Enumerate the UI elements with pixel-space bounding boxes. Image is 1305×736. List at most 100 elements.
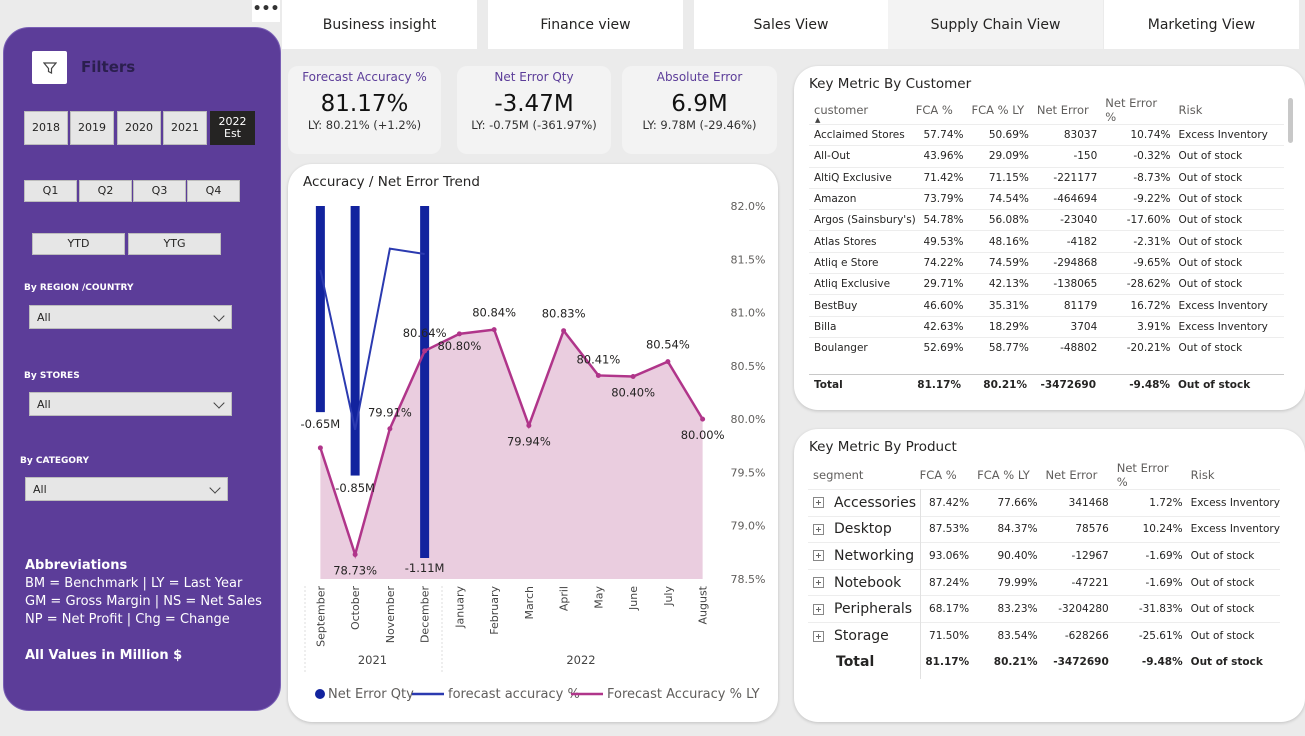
year-2022-est-button[interactable]: 2022 Est — [210, 111, 255, 145]
year-2019-button[interactable]: 2019 — [70, 111, 114, 145]
cell-name: Atliq e Store — [809, 251, 916, 274]
x-tick-label: November — [384, 586, 397, 644]
kpi-title: Forecast Accuracy % — [302, 70, 427, 84]
column-header-segment[interactable]: segment — [808, 461, 920, 490]
tab-business-insight[interactable]: Business insight — [282, 0, 477, 49]
total-label: Total — [809, 373, 913, 396]
tab-sales-view[interactable]: Sales View — [694, 0, 888, 49]
x-tick-label: September — [314, 586, 327, 647]
customer-table-viewport[interactable]: customer ▲ FCA % FCA % LY Net Error Net E… — [809, 96, 1284, 371]
expand-row-icon[interactable] — [813, 603, 824, 615]
expand-row-icon[interactable] — [813, 577, 824, 589]
table-row[interactable]: Argos (Sainsbury's) 54.78% 56.08% -23040 -17… — [809, 209, 1284, 231]
cell-net-error-pct: -25.61% — [1116, 621, 1191, 650]
tab-supply-chain-view[interactable]: Supply Chain View — [888, 0, 1103, 49]
year-2020-button[interactable]: 2020 — [117, 111, 161, 145]
table-row[interactable]: Storage 71.50% 83.54% -628266 -25.61% Out of … — [808, 621, 1280, 650]
ytg-button[interactable]: YTG — [128, 233, 221, 255]
expand-row-icon[interactable] — [813, 523, 824, 535]
cell-name: Accessories — [808, 489, 920, 517]
ly-data-label: 80.84% — [472, 306, 516, 320]
ly-data-label: 80.64% — [403, 326, 447, 340]
quarter-q1-button[interactable]: Q1 — [24, 180, 77, 202]
kpi-value: 6.9M — [671, 91, 728, 117]
column-header-net-error-pct[interactable]: Net Error % — [1117, 461, 1191, 490]
abbreviation-line: NP = Net Profit | Chg = Change — [25, 612, 230, 627]
column-header-net-error-pct[interactable]: Net Error % — [1105, 96, 1178, 125]
legend-forecast-label: forecast accuracy % — [448, 687, 580, 702]
cell-net-error: -138065 — [1036, 273, 1106, 295]
quarter-q2-button[interactable]: Q2 — [79, 180, 132, 202]
more-options-button[interactable]: ••• — [252, 0, 280, 22]
table-row[interactable]: Atliq e Store 74.22% 74.59% -294868 -9.65% Ou… — [809, 251, 1284, 274]
cell-net-error-pct: -17.60% — [1105, 209, 1179, 231]
year-group-label: 2021 — [358, 653, 387, 667]
sort-ascending-icon: ▲ — [815, 116, 821, 124]
net-error-bar — [350, 206, 360, 476]
customer-table-scrollbar[interactable] — [1288, 98, 1293, 143]
column-header-risk[interactable]: Risk — [1179, 96, 1284, 125]
cell-fca: 54.78% — [915, 209, 972, 231]
tab-marketing-view[interactable]: Marketing View — [1104, 0, 1299, 49]
x-tick-label: October — [349, 586, 362, 630]
region-dropdown[interactable]: All — [29, 305, 232, 329]
ly-point — [491, 327, 497, 333]
ly-data-label: 80.83% — [542, 307, 586, 321]
table-row[interactable]: Atlas Stores 49.53% 48.16% -4182 -2.31% Out o… — [809, 230, 1284, 253]
table-row[interactable]: Accessories 87.42% 77.66% 341468 1.72% Excess… — [808, 489, 1280, 517]
quarter-q4-button[interactable]: Q4 — [187, 180, 240, 202]
table-row[interactable]: All-Out 43.96% 29.09% -150 -0.32% Out of stoc… — [809, 145, 1284, 168]
cell-net-error: 341468 — [1045, 489, 1117, 517]
table-row[interactable]: Atliq Exclusive 29.71% 42.13% -138065 -28.62… — [809, 273, 1284, 295]
cell-fca: 71.50% — [919, 621, 978, 650]
cell-fca: 93.06% — [919, 542, 978, 570]
kpi-last-year: LY: 80.21% (+1.2%) — [307, 118, 422, 132]
column-header-customer[interactable]: customer ▲ — [809, 96, 916, 125]
year-2021-button[interactable]: 2021 — [163, 111, 207, 145]
cell-name: Argos (Sainsbury's) — [809, 209, 916, 231]
table-row[interactable]: Notebook 87.24% 79.99% -47221 -1.69% Out of s… — [808, 568, 1280, 596]
table-row[interactable]: Peripherals 68.17% 83.23% -3204280 -31.83% Ou… — [808, 595, 1280, 623]
table-row[interactable]: Amazon 73.79% 74.54% -464694 -9.22% Out of st… — [809, 187, 1284, 210]
ly-point — [526, 423, 532, 429]
column-header-fca-ly[interactable]: FCA % LY — [971, 96, 1036, 125]
table-row[interactable]: Boulanger 52.69% 58.77% -48802 -20.21% Out of… — [809, 336, 1284, 359]
cell-risk: Excess Inventory — [1178, 123, 1284, 146]
product-table-header: segment FCA % FCA % LY Net Error Net Err… — [808, 461, 1280, 490]
cell-net-error: 3704 — [1036, 315, 1106, 338]
cell-fca-ly: 29.09% — [971, 145, 1037, 168]
table-row[interactable]: Desktop 87.53% 84.37% 78576 10.24% Excess Inv… — [808, 515, 1280, 543]
cell-net-error-pct: -8.73% — [1105, 166, 1179, 189]
table-row[interactable]: Acclaimed Stores 57.74% 50.69% 83037 10.74% E… — [809, 123, 1284, 146]
ytd-button[interactable]: YTD — [32, 233, 125, 255]
year-2018-button[interactable]: 2018 — [24, 111, 68, 145]
column-header-net-error[interactable]: Net Error — [1037, 96, 1105, 125]
table-row[interactable]: AltiQ Exclusive 71.42% 71.15% -221177 -8.73%… — [809, 166, 1284, 189]
quarter-q3-button[interactable]: Q3 — [133, 180, 186, 202]
category-dropdown[interactable]: All — [25, 477, 228, 501]
column-header-fca[interactable]: FCA % — [916, 96, 972, 125]
table-row[interactable]: Networking 93.06% 90.40% -12967 -1.69% Out of… — [808, 542, 1280, 570]
expand-row-icon[interactable] — [813, 550, 824, 562]
table-row[interactable]: Billa 42.63% 18.29% 3704 3.91% Excess Invento… — [809, 315, 1284, 338]
column-header-fca[interactable]: FCA % — [920, 461, 977, 490]
cell-net-error: -12967 — [1045, 542, 1117, 570]
stores-dropdown[interactable]: All — [29, 392, 232, 416]
year-group-label: 2022 — [566, 653, 595, 667]
cell-net-error-pct: 16.72% — [1105, 294, 1179, 317]
total-cell: -3472690 — [1053, 656, 1109, 669]
filter-icon[interactable] — [32, 51, 67, 84]
cell-fca-ly: 77.66% — [977, 489, 1046, 517]
x-tick-label: February — [488, 586, 501, 635]
total-cell: -9.48% — [1141, 656, 1183, 669]
tab-finance-view[interactable]: Finance view — [488, 0, 683, 49]
ly-point — [352, 551, 358, 557]
net-error-data-label: -0.85M — [335, 481, 375, 495]
column-header-net-error[interactable]: Net Error — [1046, 461, 1117, 490]
column-header-fca-ly[interactable]: FCA % LY — [977, 461, 1045, 490]
trend-chart: 82.0% 81.5% 81.0% 80.5% 80.0% 79.5% 79.0% 78.5%… — [301, 200, 766, 702]
column-header-risk[interactable]: Risk — [1191, 461, 1280, 490]
expand-row-icon[interactable] — [813, 630, 824, 642]
expand-row-icon[interactable] — [813, 497, 824, 509]
table-row[interactable]: BestBuy 46.60% 35.31% 81179 16.72% Excess Inv… — [809, 294, 1284, 317]
